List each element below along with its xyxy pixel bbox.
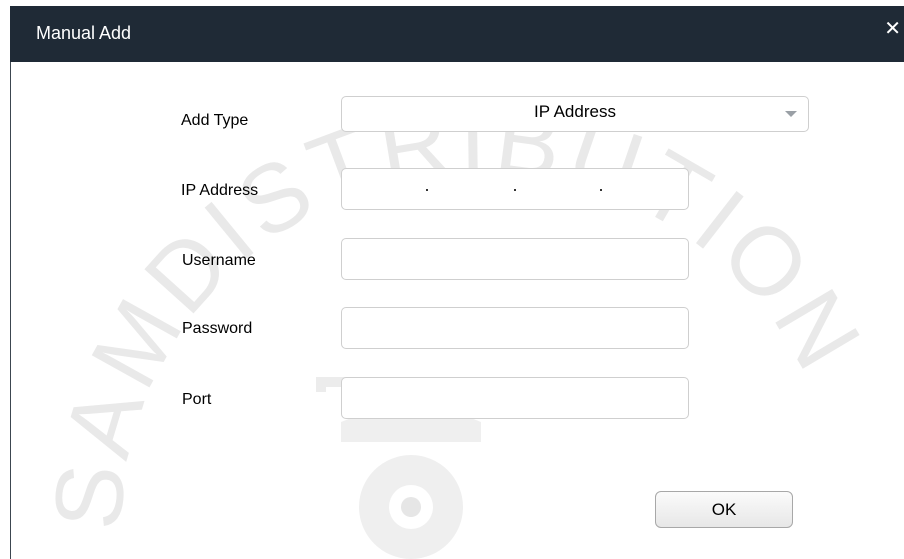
window-edge (0, 0, 10, 559)
ip-address-field[interactable] (341, 168, 689, 210)
username-label: Username (182, 252, 256, 269)
port-label: Port (182, 391, 212, 408)
password-label: Password (182, 320, 253, 337)
chevron-down-icon (785, 111, 797, 117)
ip-address-label: IP Address (181, 182, 259, 199)
username-input[interactable] (341, 238, 689, 280)
password-input[interactable] (341, 307, 689, 349)
ip-separator (600, 189, 602, 191)
dialog-left-border (10, 62, 11, 559)
add-type-select[interactable]: IP Address (341, 96, 809, 132)
title-bar: Manual Add ✕ (10, 6, 904, 62)
ip-separator (426, 189, 428, 191)
add-type-label: Add Type (181, 112, 249, 129)
port-input[interactable] (341, 377, 689, 419)
ok-button[interactable]: OK (655, 491, 793, 528)
add-type-value: IP Address (534, 102, 616, 121)
ip-separator (514, 189, 516, 191)
close-icon[interactable]: ✕ (884, 19, 901, 39)
dialog-title: Manual Add (36, 23, 132, 43)
